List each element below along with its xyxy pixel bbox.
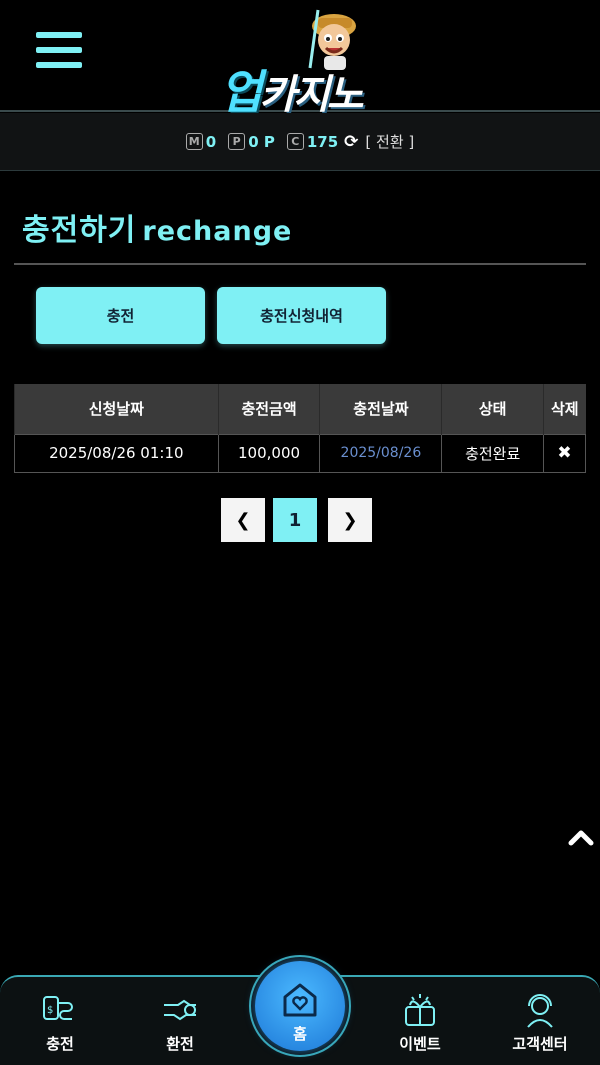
svg-text:$: $ [47, 1005, 53, 1016]
charge-tab-button[interactable]: 충전 [36, 287, 205, 344]
nav-exchange-label: 환전 [166, 1035, 194, 1053]
cell-request-date: 2025/08/26 01:10 [14, 433, 219, 473]
point-icon: P [228, 133, 246, 150]
home-heart-icon [283, 983, 317, 1017]
delete-icon[interactable]: ✖ [557, 443, 571, 463]
coin-balance: C 175 [286, 132, 339, 151]
column-header-amount: 충전금액 [217, 384, 320, 434]
gift-icon [405, 994, 435, 1026]
money-icon: M [185, 133, 203, 150]
logo-text-part1: 업 [220, 65, 262, 119]
next-page-button[interactable]: ❯ [328, 498, 372, 542]
column-header-delete: 삭제 [543, 384, 586, 434]
point-value: 0 P [248, 132, 275, 151]
charge-icon: $ [43, 996, 73, 1020]
money-value: 0 [205, 132, 217, 151]
charge-history-tab-button[interactable]: 충전신청내역 [217, 287, 386, 344]
money-balance: M 0 [185, 132, 217, 151]
convert-button[interactable]: [ 전환 ] [365, 131, 414, 152]
table-row: 2025/08/26 01:10 100,000 2025/08/26 충전완료… [14, 433, 586, 473]
charge-history-table: 신청날짜 충전금액 충전날짜 상태 삭제 2025/08/26 01:10 10… [14, 384, 586, 473]
page-title-ko: 충전하기 [22, 213, 137, 248]
nav-support[interactable]: 고객센터 [490, 977, 590, 1065]
title-divider [14, 263, 586, 265]
cell-status: 충전완료 [441, 433, 545, 473]
app-header: 업카지노 [0, 0, 600, 119]
scroll-top-icon[interactable] [566, 824, 596, 852]
refresh-icon[interactable]: ⟳ [344, 132, 358, 152]
column-header-request-date: 신청날짜 [14, 384, 219, 434]
coin-value: 175 [306, 132, 339, 151]
nav-exchange[interactable]: 환전 [130, 977, 230, 1065]
nav-event-label: 이벤트 [399, 1035, 441, 1053]
cell-amount: 100,000 [217, 433, 321, 473]
coin-icon: C [286, 133, 304, 150]
balance-bar: M 0 P 0 P C 175 ⟳ [ 전환 ] [0, 113, 600, 171]
nav-home-label: 홈 [293, 1025, 307, 1043]
page-title: 충전하기 rechange [22, 205, 292, 249]
column-header-status: 상태 [441, 384, 544, 434]
point-balance: P 0 P [228, 133, 275, 151]
page-1-button[interactable]: 1 [273, 498, 317, 542]
headset-icon [527, 994, 553, 1028]
table-header-row: 신청날짜 충전금액 충전날짜 상태 삭제 [14, 384, 586, 434]
logo-text-part2: 카지노 [259, 72, 363, 118]
exchange-icon [164, 999, 196, 1021]
nav-event[interactable]: 이벤트 [370, 977, 470, 1065]
nav-home-button[interactable]: 홈 [255, 961, 345, 1051]
column-header-charge-date: 충전날짜 [319, 384, 442, 434]
site-logo[interactable]: 업카지노 [214, 4, 386, 119]
prev-page-button[interactable]: ❮ [221, 498, 265, 542]
cell-delete: ✖ [543, 433, 586, 473]
nav-charge-label: 충전 [46, 1035, 74, 1053]
cell-charge-date: 2025/08/26 [319, 433, 443, 473]
nav-charge[interactable]: $ 충전 [10, 977, 110, 1065]
nav-support-label: 고객센터 [512, 1035, 568, 1053]
page-title-en: rechange [142, 216, 293, 247]
menu-icon[interactable] [36, 32, 82, 74]
